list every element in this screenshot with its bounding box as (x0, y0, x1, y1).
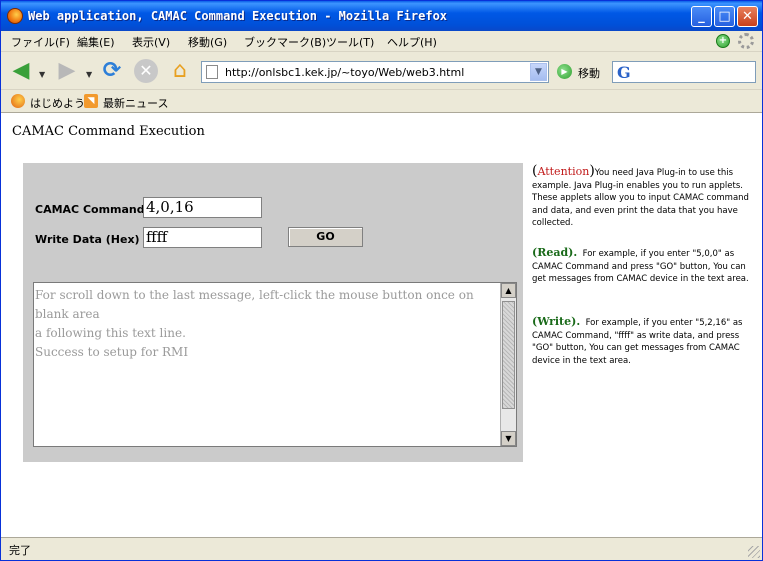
forward-history-dropdown-icon[interactable]: ▼ (86, 62, 92, 88)
go-arrow-icon[interactable]: ▶ (557, 64, 572, 79)
firefox-bookmark-icon (11, 94, 25, 108)
url-dropdown-icon[interactable]: ▼ (530, 63, 547, 81)
status-bar: 完了 (1, 537, 762, 560)
read-heading: (Read). (532, 246, 578, 259)
scroll-thumb[interactable] (502, 301, 515, 409)
window-title: Web application, CAMAC Command Execution… (28, 9, 448, 23)
browser-window: Web application, CAMAC Command Execution… (0, 0, 763, 561)
home-icon[interactable]: ⌂ (167, 58, 193, 84)
page-content: CAMAC Command Execution CAMAC Command: 4… (1, 113, 762, 537)
output-text-area[interactable]: For scroll down to the last message, lef… (33, 282, 517, 447)
vertical-scrollbar[interactable]: ▲ ▼ (500, 283, 516, 446)
read-note: (Read). For example, if you enter "5,0,0… (532, 246, 754, 286)
attention-note: (Attention)You need Java Plug-in to use … (532, 163, 749, 228)
page-icon (206, 65, 218, 79)
address-bar[interactable]: http://onlsbc1.kek.jp/~toyo/Web/web3.htm… (201, 61, 549, 83)
scroll-up-icon[interactable]: ▲ (501, 283, 516, 298)
resize-grip-icon[interactable] (748, 546, 760, 558)
write-note: (Write). For example, if you enter "5,2,… (532, 315, 754, 367)
bookmark-getting-started[interactable]: はじめよう (30, 95, 85, 111)
menu-go[interactable]: 移動(G) (188, 34, 227, 50)
back-history-dropdown-icon[interactable]: ▼ (39, 62, 45, 88)
throbber-icon (738, 33, 754, 49)
write-data-label: Write Data (Hex) : (35, 233, 148, 246)
menu-edit[interactable]: 編集(E) (77, 34, 115, 50)
page-title: CAMAC Command Execution (12, 124, 205, 139)
reload-icon[interactable]: ⟳ (99, 58, 125, 84)
rss-feed-icon: ◥ (84, 94, 98, 108)
menu-view[interactable]: 表示(V) (132, 34, 170, 50)
search-box[interactable]: G (612, 61, 756, 83)
bookmarks-toolbar: はじめよう ◥ 最新ニュース (1, 89, 762, 113)
url-text[interactable]: http://onlsbc1.kek.jp/~toyo/Web/web3.htm… (225, 66, 464, 79)
menu-file[interactable]: ファイル(F) (11, 34, 70, 50)
google-search-icon[interactable]: G (617, 63, 631, 82)
title-bar: Web application, CAMAC Command Execution… (1, 1, 762, 31)
attention-heading: Attention (537, 165, 590, 178)
scroll-down-icon[interactable]: ▼ (501, 431, 516, 446)
close-button[interactable]: ✕ (737, 6, 758, 27)
back-arrow-icon[interactable]: ◀ (7, 58, 35, 84)
output-line: a following this text line. (35, 326, 186, 340)
write-data-input[interactable]: ffff (143, 227, 262, 248)
firefox-icon (7, 8, 23, 24)
menu-bookmarks[interactable]: ブックマーク(B) (244, 34, 326, 50)
menu-help[interactable]: ヘルプ(H) (387, 34, 437, 50)
output-text: For scroll down to the last message, lef… (35, 286, 501, 362)
status-text: 完了 (9, 544, 31, 557)
command-input[interactable]: 4,0,16 (143, 197, 262, 218)
output-line: For scroll down to the last message, lef… (35, 288, 474, 321)
menu-tools[interactable]: ツール(T) (326, 34, 374, 50)
menu-bar: ファイル(F) 編集(E) 表示(V) 移動(G) ブックマーク(B) ツール(… (1, 31, 762, 51)
forward-arrow-icon[interactable]: ▶ (53, 58, 81, 84)
camac-applet: CAMAC Command: 4,0,16 Write Data (Hex) :… (23, 163, 523, 462)
minimize-button[interactable]: _ (691, 6, 712, 27)
bookmark-latest-news[interactable]: 最新ニュース (103, 95, 168, 111)
write-heading: (Write). (532, 315, 581, 328)
go-button-label[interactable]: 移動 (578, 65, 600, 81)
go-button[interactable]: GO (288, 227, 363, 247)
stop-icon[interactable]: ✕ (134, 59, 158, 83)
output-line: Success to setup for RMI (35, 345, 189, 359)
maximize-button[interactable]: □ (714, 6, 735, 27)
update-icon[interactable]: + (716, 34, 730, 48)
navigation-toolbar: ◀ ▼ ▶ ▼ ⟳ ✕ ⌂ http://onlsbc1.kek.jp/~toy… (1, 51, 762, 89)
command-label: CAMAC Command: (35, 203, 150, 216)
